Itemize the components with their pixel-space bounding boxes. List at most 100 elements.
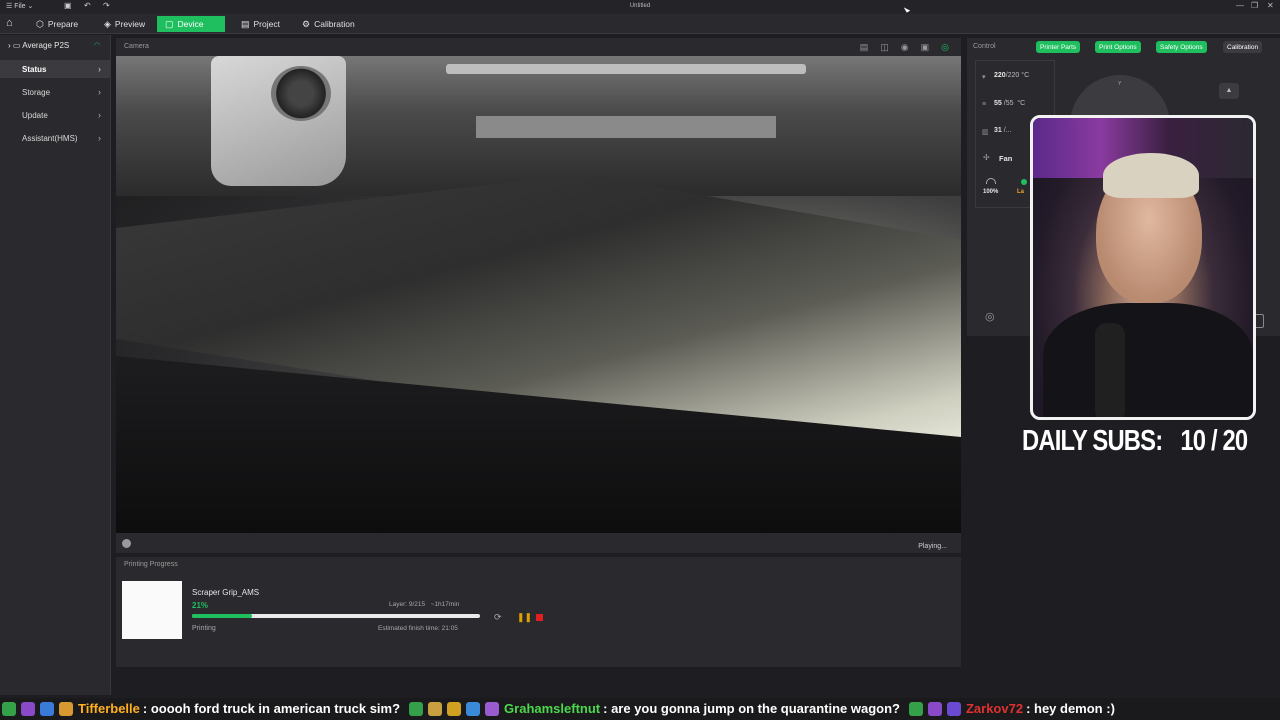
layer-count: Layer: 9/215 <box>389 601 426 608</box>
close-icon[interactable]: ✕ <box>1267 1 1274 10</box>
bed-icon: ≡ <box>982 101 987 108</box>
chat-username: Grahamsleftnut <box>504 701 601 716</box>
chamber-temp-current: 31 <box>994 127 1002 134</box>
time-remaining: ~1h17min <box>430 601 460 608</box>
printer-gantry <box>446 64 806 74</box>
nozzle-temp-target: /220 <box>1005 72 1020 79</box>
progress-header: Printing Progress <box>124 561 178 568</box>
emote-icon <box>2 701 16 716</box>
safety-options-button[interactable]: Safety Options <box>1156 41 1207 53</box>
tab-label: Calibration <box>314 19 355 29</box>
chevron-right-icon: › <box>98 110 101 120</box>
emote-icon <box>59 701 73 716</box>
calibration-button[interactable]: Calibration <box>1223 41 1263 53</box>
tab-device[interactable]: ▢ Device <box>157 16 225 32</box>
job-name: Scraper Grip_AMS <box>192 588 260 597</box>
nozzle-temp-unit: °C <box>1021 72 1030 79</box>
progress-bar-fill <box>192 614 253 618</box>
chamber-icon: ▥ <box>982 129 989 136</box>
emote-icon <box>447 701 462 716</box>
print-options-button[interactable]: Print Options <box>1095 41 1141 53</box>
progress-bar <box>192 614 480 618</box>
camera-status: Playing... <box>918 543 947 550</box>
chat-username: Zarkov72 <box>965 701 1024 716</box>
stop-button[interactable] <box>536 614 543 621</box>
record-icon[interactable]: ▣ <box>921 42 930 53</box>
fan-icon: ✢ <box>983 153 990 162</box>
refresh-icon[interactable]: ⟳ <box>494 612 502 623</box>
sd-card-icon[interactable]: ▤ <box>860 42 869 53</box>
tab-preview[interactable]: ◈ Preview <box>96 16 153 32</box>
bed-temp[interactable]: 55 /55 °C <box>994 100 1025 107</box>
title-bar: ☰ File ⌄ ▣ ↶ ↷ Untitled — ❐ ✕ <box>0 0 1280 14</box>
camera-header: Camera <box>124 43 149 50</box>
job-finish-time: Estimated finish time: 21:05 <box>378 625 458 632</box>
timelapse-icon[interactable]: ◫ <box>880 42 889 53</box>
bed-temp-current: 55 <box>994 100 1002 107</box>
light-icon[interactable]: ◉ <box>901 42 909 53</box>
camera-toolbar: ▤ ◫ ◉ ▣ ◎ <box>860 42 949 53</box>
bed-temp-target: /55 <box>1003 100 1014 107</box>
tab-bar: ⌂ ⬡ Prepare ◈ Preview ▢ Device ▤ Project ⚙ Ca… <box>0 14 1280 34</box>
triangle-up-icon: ▲ <box>1225 87 1233 94</box>
printing-progress-panel: Printing Progress Scraper Grip_AMS 21% L… <box>116 557 961 667</box>
printer-crossbar <box>476 116 776 138</box>
tab-label: Prepare <box>47 19 79 29</box>
emote-icon <box>466 701 481 716</box>
emote-icon <box>927 701 942 716</box>
tab-calibration[interactable]: ⚙ Calibration <box>294 16 363 32</box>
gear-icon: ⚙ <box>302 18 311 29</box>
daily-subs-label: DAILY SUBS: <box>1022 425 1163 457</box>
jog-y-label: Y <box>1118 81 1122 87</box>
device-selector[interactable]: › ▭ Average P2S ◠ <box>8 41 100 50</box>
streamer-webcam <box>1030 115 1256 420</box>
tab-prepare[interactable]: ⬡ Prepare <box>28 16 86 32</box>
control-header: Control <box>973 43 996 50</box>
device-name: Average P2S <box>22 41 70 50</box>
printer-toolhead <box>211 56 346 186</box>
minimize-icon[interactable]: — <box>1236 1 1244 10</box>
chat-ticker: Tifferbelle : ooooh ford truck in americ… <box>0 698 1280 720</box>
toolhead-fan <box>271 66 331 121</box>
chevron-right-icon: › <box>8 41 11 50</box>
cube-icon: ⬡ <box>36 18 44 29</box>
fan-label: Fan <box>999 154 1013 163</box>
bed-temp-unit: °C <box>1017 100 1026 107</box>
fan-speed-gauge-icon[interactable] <box>986 178 996 184</box>
home-icon[interactable]: ⌂ <box>6 17 13 29</box>
lidar-icon[interactable]: ◎ <box>985 310 995 323</box>
sidebar-item-label: Storage <box>22 87 51 97</box>
printer-parts-button[interactable]: Printer Parts <box>1036 41 1081 53</box>
emote-icon <box>409 701 424 716</box>
sidebar-item-status[interactable]: Status › <box>0 60 110 78</box>
z-up-button[interactable]: ▲ <box>1219 83 1239 99</box>
play-icon[interactable] <box>122 539 131 548</box>
emote-icon <box>946 701 961 716</box>
layers-icon: ◈ <box>104 18 111 29</box>
chat-username: Tifferbelle <box>78 701 140 716</box>
nozzle-temp[interactable]: 220/220 °C <box>994 72 1029 79</box>
emote-icon <box>485 701 500 716</box>
sidebar-item-storage[interactable]: Storage › <box>0 83 110 101</box>
device-sidebar: › ▭ Average P2S ◠ Status › Storage › Updat… <box>0 35 111 695</box>
emote-icon <box>40 701 54 716</box>
sidebar-item-assistant[interactable]: Assistant(HMS) › <box>0 129 110 147</box>
chevron-right-icon: › <box>98 64 101 74</box>
camera-feed <box>116 56 961 533</box>
fan-toggle[interactable] <box>1021 179 1027 185</box>
fan-part-label: La <box>1017 189 1025 195</box>
chevron-right-icon: › <box>98 87 101 97</box>
tab-label: Preview <box>114 19 146 29</box>
maximize-icon[interactable]: ❐ <box>1251 1 1258 10</box>
printer-icon: ▭ <box>12 41 21 50</box>
window-title: Untitled <box>629 3 651 9</box>
job-status: Printing <box>192 625 216 632</box>
document-icon: ▤ <box>241 18 250 29</box>
chamber-temp[interactable]: 31 /... <box>994 127 1012 134</box>
tab-project[interactable]: ▤ Project <box>233 16 288 32</box>
sidebar-item-update[interactable]: Update › <box>0 106 110 124</box>
camera-toggle-icon[interactable]: ◎ <box>941 42 949 53</box>
tab-label: Device <box>177 19 204 29</box>
streamer-hair <box>1103 153 1199 198</box>
pause-button[interactable]: ❚❚ <box>517 612 532 623</box>
